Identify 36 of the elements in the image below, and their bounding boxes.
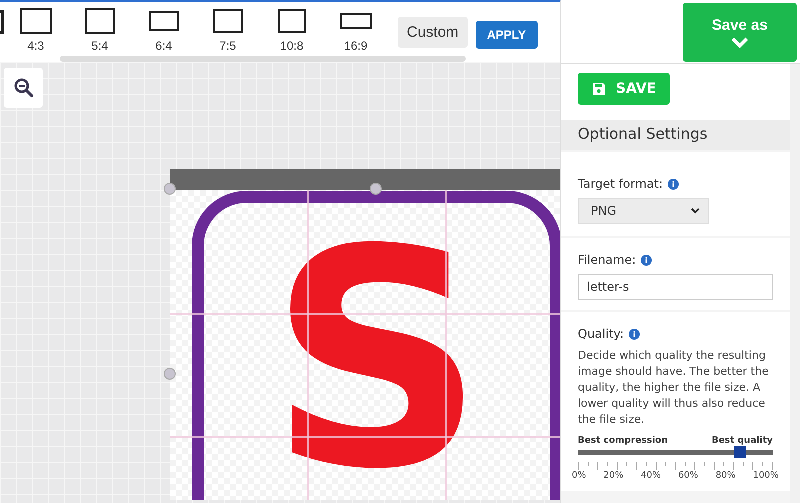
- slider-thumb[interactable]: [734, 446, 746, 458]
- slider-min-label: Best compression: [578, 436, 668, 446]
- tick-label: 60%: [678, 471, 698, 481]
- scrollbar[interactable]: [790, 64, 800, 503]
- aspect-ratio-option[interactable]: 16:9: [324, 8, 388, 53]
- field-label: Filename:: [578, 253, 636, 267]
- aspect-ratio-option[interactable]: 6:4: [132, 8, 196, 53]
- field-label: Target format:: [578, 177, 664, 191]
- info-icon[interactable]: [629, 328, 640, 340]
- chevron-down-icon: [731, 36, 749, 48]
- aspect-ratio-option[interactable]: 4:3: [4, 8, 68, 53]
- info-icon[interactable]: [641, 254, 652, 266]
- apply-button[interactable]: APPLY: [476, 21, 538, 49]
- section-header: Optional Settings: [561, 120, 790, 150]
- chevron-down-icon: [691, 208, 700, 214]
- tick-label: 80%: [716, 471, 736, 481]
- info-icon[interactable]: [668, 178, 680, 190]
- field-label: Quality:: [578, 327, 624, 341]
- tick-label: 20%: [604, 471, 624, 481]
- crop-handle[interactable]: [164, 368, 176, 380]
- crop-handle[interactable]: [164, 183, 176, 195]
- tick-label: 0%: [572, 471, 586, 481]
- aspect-ratio-option[interactable]: 10:8: [260, 8, 324, 53]
- scrollbar[interactable]: [60, 56, 466, 62]
- aspect-ratio-option[interactable]: 5:4: [68, 8, 132, 53]
- filename-field[interactable]: letter-s: [578, 274, 773, 300]
- slider-max-label: Best quality: [712, 436, 773, 446]
- format-dropdown[interactable]: PNG: [578, 198, 709, 224]
- aspect-ratio-option[interactable]: 7:5: [196, 8, 260, 53]
- tick-label: 40%: [641, 471, 662, 481]
- image-letter: S: [268, 231, 486, 491]
- tick-label: 100%: [753, 471, 779, 481]
- custom-button[interactable]: Custom: [398, 17, 468, 48]
- quality-description: Decide which quality the resulting image should have. The better the quality, the higher the file size. A lower quality will thus also reduce the file size.: [578, 348, 770, 428]
- zoom-out-icon: [14, 78, 34, 98]
- zoom-out-button[interactable]: [4, 68, 43, 108]
